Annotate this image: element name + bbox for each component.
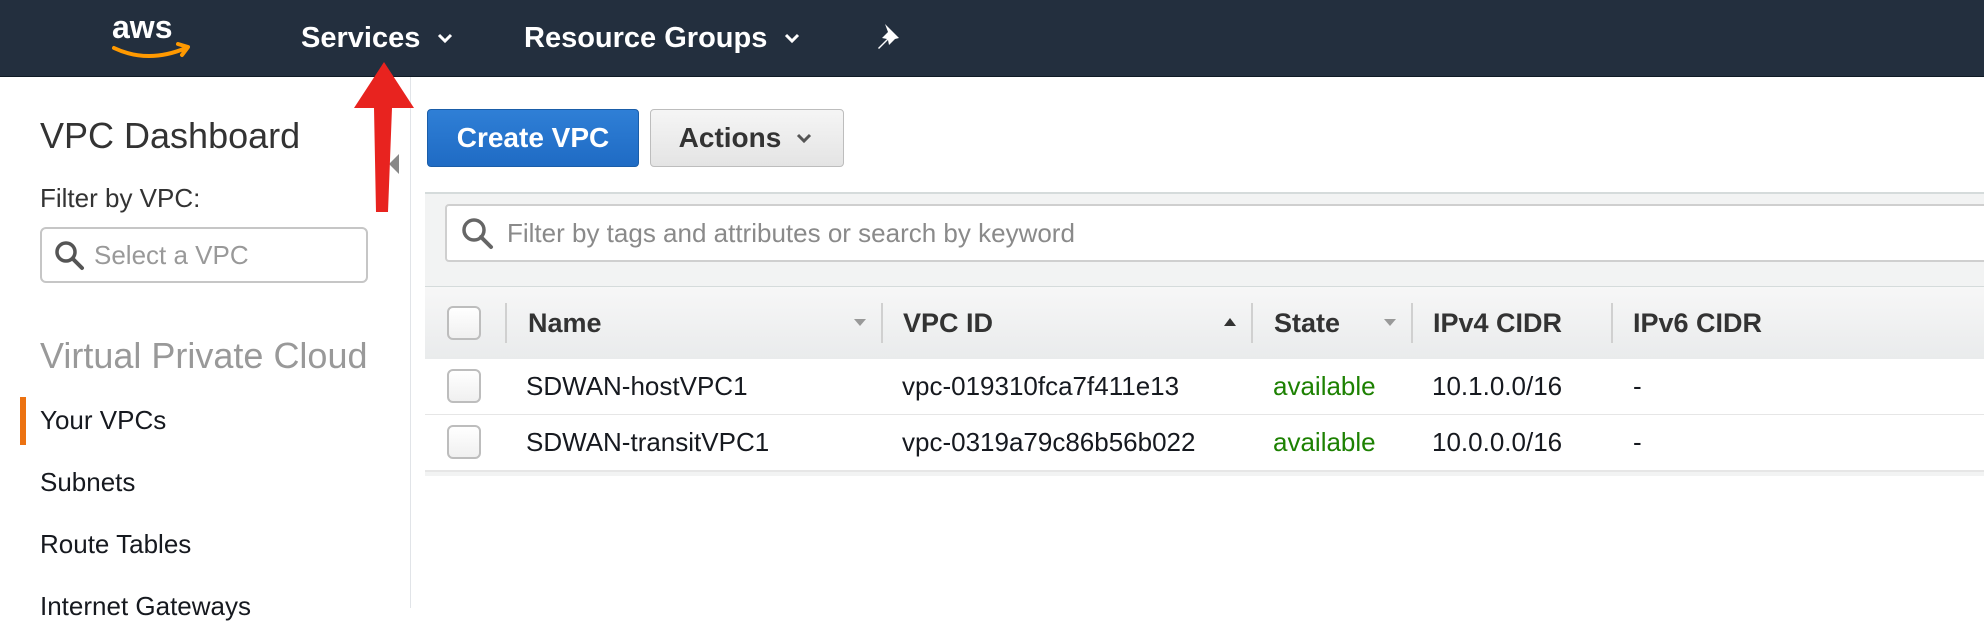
services-menu[interactable]: Services xyxy=(301,18,456,58)
filter-by-vpc-label: Filter by VPC: xyxy=(40,183,201,213)
column-divider xyxy=(505,303,507,343)
chevron-down-icon xyxy=(797,133,812,144)
sort-up-icon[interactable] xyxy=(1223,317,1237,327)
sort-down-icon[interactable] xyxy=(853,317,867,327)
section-title: Virtual Private Cloud xyxy=(40,335,368,376)
cell-ipv4-cidr: 10.1.0.0/16 xyxy=(1432,371,1563,401)
table-row[interactable]: SDWAN-transitVPC1 vpc-0319a79c86b56b022 … xyxy=(425,415,1984,472)
sidebar-item-route-tables[interactable]: Route Tables xyxy=(40,529,191,560)
column-divider xyxy=(1251,303,1253,343)
sidebar-title: VPC Dashboard xyxy=(40,115,301,156)
cell-ipv6-cidr: - xyxy=(1633,427,1642,457)
top-navigation-bar: aws Services Resource Groups xyxy=(0,0,1984,77)
select-all-checkbox[interactable] xyxy=(447,306,481,340)
vpc-table-panel: Filter by tags and attributes or search … xyxy=(425,192,1984,476)
column-divider xyxy=(1411,303,1413,343)
cell-ipv4-cidr: 10.0.0.0/16 xyxy=(1432,427,1563,457)
pin-icon[interactable] xyxy=(873,20,907,54)
create-vpc-button[interactable]: Create VPC xyxy=(427,109,639,167)
sidebar-item-subnets[interactable]: Subnets xyxy=(40,467,135,498)
vpc-filter-select[interactable]: Select a VPC xyxy=(40,227,368,283)
annotation-arrow-icon xyxy=(354,62,414,212)
search-placeholder: Filter by tags and attributes or search … xyxy=(507,217,1075,248)
column-header-ipv4-cidr[interactable]: IPv4 CIDR xyxy=(1433,287,1562,359)
cell-state: available xyxy=(1273,427,1376,457)
column-header-state[interactable]: State xyxy=(1274,287,1340,359)
column-header-name[interactable]: Name xyxy=(528,287,602,359)
cell-vpc-id: vpc-019310fca7f411e13 xyxy=(902,371,1180,401)
services-label: Services xyxy=(301,21,421,54)
row-checkbox[interactable] xyxy=(447,425,481,459)
table-header: Name VPC ID State IPv4 CIDR IPv6 CIDR xyxy=(425,286,1984,360)
search-input[interactable]: Filter by tags and attributes or search … xyxy=(445,204,1984,262)
chevron-down-icon xyxy=(785,33,800,44)
row-checkbox[interactable] xyxy=(447,369,481,403)
sidebar: VPC Dashboard Filter by VPC: Select a VP… xyxy=(0,77,411,621)
column-header-ipv6-cidr[interactable]: IPv6 CIDR xyxy=(1633,287,1762,359)
column-divider xyxy=(1611,303,1613,343)
cell-name: SDWAN-transitVPC1 xyxy=(526,427,770,457)
cell-vpc-id: vpc-0319a79c86b56b022 xyxy=(902,427,1196,457)
cell-state: available xyxy=(1273,371,1376,401)
logo-text: aws xyxy=(112,9,172,45)
vpc-filter-placeholder: Select a VPC xyxy=(94,239,249,270)
table-row[interactable]: SDWAN-hostVPC1 vpc-019310fca7f411e13 ava… xyxy=(425,359,1984,416)
column-header-vpc-id[interactable]: VPC ID xyxy=(903,287,993,359)
resource-groups-menu[interactable]: Resource Groups xyxy=(524,18,803,58)
aws-logo[interactable]: aws xyxy=(108,8,198,64)
search-icon xyxy=(462,218,493,249)
sidebar-item-your-vpcs[interactable]: Your VPCs xyxy=(40,405,166,436)
chevron-down-icon xyxy=(438,33,453,44)
cell-name: SDWAN-hostVPC1 xyxy=(526,371,748,401)
sort-down-icon[interactable] xyxy=(1383,317,1397,327)
cell-ipv6-cidr: - xyxy=(1633,371,1642,401)
resource-groups-label: Resource Groups xyxy=(524,21,768,54)
active-indicator xyxy=(20,397,26,445)
actions-label: Actions xyxy=(678,122,782,153)
search-icon xyxy=(55,241,84,270)
actions-button[interactable]: Actions xyxy=(650,109,844,167)
column-divider xyxy=(881,303,883,343)
sidebar-item-internet-gateways[interactable]: Internet Gateways xyxy=(40,591,251,622)
